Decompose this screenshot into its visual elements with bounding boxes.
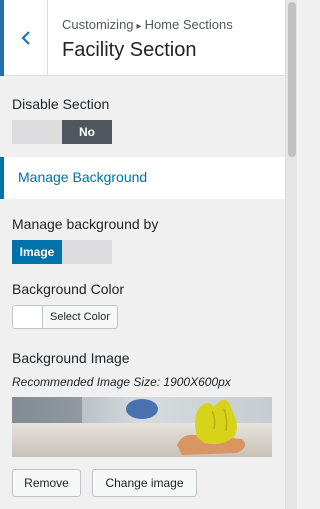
color-swatch[interactable]: [13, 306, 43, 328]
breadcrumb-child: Home Sections: [144, 17, 233, 32]
change-image-button[interactable]: Change image: [92, 469, 197, 497]
toggle-option-yes[interactable]: [12, 120, 62, 144]
scrollbar-thumb[interactable]: [288, 2, 296, 157]
breadcrumb-separator: ▸: [136, 21, 142, 32]
customizer-panel: Customizing ▸ Home Sections Facility Secti…: [0, 0, 285, 509]
back-button[interactable]: [0, 0, 48, 76]
manage-background-title: Manage Background: [18, 169, 148, 185]
manage-background-by-label: Manage background by: [12, 216, 159, 232]
disable-section-label: Disable Section: [12, 96, 110, 112]
background-color-label: Background Color: [12, 281, 125, 297]
manage-background-section[interactable]: Manage Background: [0, 157, 285, 199]
toggle-option-image[interactable]: Image: [12, 240, 62, 264]
remove-image-button[interactable]: Remove: [12, 469, 81, 497]
toggle-option-color[interactable]: [62, 240, 112, 264]
chevron-left-icon: [20, 31, 30, 45]
background-image-label: Background Image: [12, 350, 130, 366]
select-color-button[interactable]: Select Color: [43, 306, 117, 328]
color-picker[interactable]: Select Color: [12, 305, 118, 329]
toggle-option-no[interactable]: No: [62, 120, 112, 144]
panel-header: Customizing ▸ Home Sections Facility Secti…: [0, 0, 285, 76]
page-title: Facility Section: [62, 39, 197, 61]
breadcrumb-parent: Customizing: [62, 17, 134, 32]
scrollbar[interactable]: [285, 0, 297, 509]
manage-background-by-toggle[interactable]: Image: [12, 240, 112, 264]
breadcrumb: Customizing ▸ Home Sections: [62, 17, 233, 32]
disable-section-toggle[interactable]: No: [12, 120, 112, 144]
background-image-thumbnail[interactable]: [12, 397, 272, 457]
cleaning-photo-image: [12, 397, 272, 457]
image-size-hint: Recommended Image Size: 1900X600px: [12, 375, 231, 389]
